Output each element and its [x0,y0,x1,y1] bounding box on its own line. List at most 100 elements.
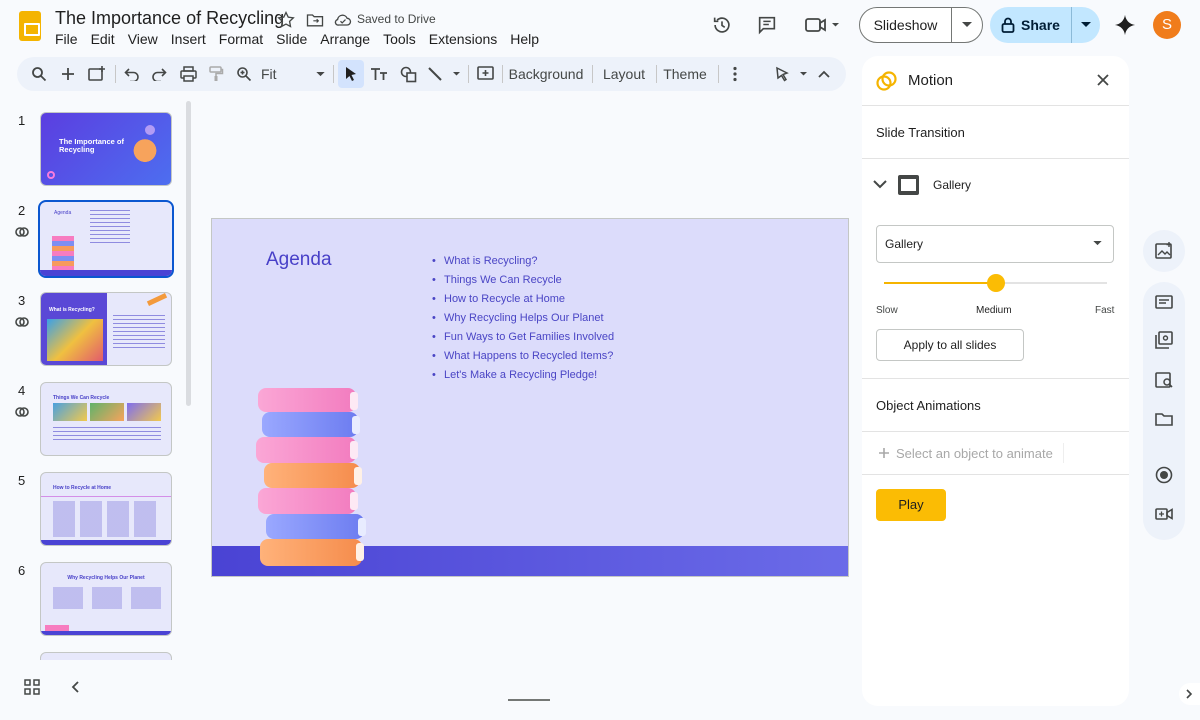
slide-number: 4 [18,383,26,398]
meet-video-icon[interactable] [804,14,840,36]
menu-file[interactable]: File [55,31,84,47]
slide-thumbnail-4[interactable]: Things We Can Recycle [40,382,172,456]
transition-type-select[interactable]: Gallery [876,225,1114,263]
account-avatar[interactable]: S [1153,11,1181,39]
video-sidebar-icon[interactable] [1154,504,1174,524]
print-icon[interactable] [176,57,200,91]
shape-icon[interactable] [396,57,420,91]
insert-comment-icon[interactable] [473,57,497,91]
select-cursor-icon[interactable] [338,60,364,88]
slide-library-sidebar-icon[interactable] [1154,330,1174,350]
record-sidebar-icon[interactable] [1154,465,1174,485]
editing-mode-icon[interactable] [772,57,810,91]
image-search-sidebar-icon[interactable] [1154,370,1174,390]
menu-format[interactable]: Format [219,31,269,47]
thumb-photo [127,403,161,421]
folder-sidebar-icon[interactable] [1154,409,1174,429]
search-menus-icon[interactable] [27,57,51,91]
gemini-sparkle-icon[interactable] [1114,14,1136,36]
transition-link-icon [14,224,30,240]
cloud-saved-icon[interactable] [333,10,353,30]
thumb-band [40,270,172,276]
thumb-band [41,540,171,545]
grid-view-icon[interactable] [24,679,40,695]
agenda-item: What Happens to Recycled Items? [432,347,622,366]
share-button[interactable]: Share [990,7,1100,43]
menu-extensions[interactable]: Extensions [429,31,503,47]
zoom-select[interactable]: Fit [261,57,331,91]
layout-button[interactable]: Layout [597,57,651,91]
speed-medium-label: Medium [976,305,1012,316]
expand-transition-icon[interactable] [873,179,887,189]
insert-image-sidebar-icon[interactable] [1154,241,1174,261]
slide-thumbnail-3[interactable]: What is Recycling? [40,292,172,366]
version-history-icon[interactable] [711,14,733,36]
slideshow-button[interactable]: Slideshow [859,7,983,43]
text-box-icon[interactable] [367,57,391,91]
redo-icon[interactable] [147,57,171,91]
thumb-title: How to Recycle at Home [53,485,112,491]
books-stack-image[interactable] [252,384,372,569]
transition-name: Gallery [933,178,972,192]
collapse-toolbar-icon[interactable] [813,57,835,91]
line-tool-icon[interactable] [425,57,463,91]
thumb-bullets [90,210,130,244]
background-button[interactable]: Background [507,57,585,91]
document-title[interactable]: The Importance of Recycling [55,8,284,29]
play-button[interactable]: Play [876,489,946,521]
slide-number: 6 [18,563,26,578]
slide-canvas[interactable]: Agenda What is Recycling? Things We Can … [211,218,849,577]
speed-slider-track[interactable] [884,274,1107,292]
gallery-transition-icon [898,175,919,195]
slideshow-dropdown-icon[interactable] [952,22,982,28]
menu-view[interactable]: View [128,31,164,47]
menu-arrange[interactable]: Arrange [320,31,376,47]
show-side-panel-button[interactable] [1179,683,1200,705]
slide-heading[interactable]: Agenda [266,249,332,271]
agenda-item: How to Recycle at Home [432,290,622,309]
new-slide-layout-icon[interactable] [85,57,109,91]
slide-thumbnail-1[interactable]: The Importance of Recycling [40,112,172,186]
undo-icon[interactable] [120,57,144,91]
agenda-list[interactable]: What is Recycling? Things We Can Recycle… [432,252,622,385]
slides-logo-icon[interactable] [19,11,41,41]
speed-slider-thumb[interactable] [987,274,1005,292]
close-panel-icon[interactable] [1096,73,1110,87]
add-animation-button[interactable]: Select an object to animate [878,443,1064,463]
speed-fast-label: Fast [1095,305,1115,316]
motion-panel: Motion Slide Transition Gallery Gallery … [862,56,1129,706]
thumb-photo [90,403,124,421]
share-label: Share [1021,17,1060,33]
more-options-icon[interactable] [724,57,746,91]
move-folder-icon[interactable] [305,10,325,30]
zoom-icon[interactable] [232,57,256,91]
thumb-title: Why Recycling Helps Our Planet [67,575,145,581]
slide-thumbnail-2[interactable]: Agenda [38,200,174,278]
menu-slide[interactable]: Slide [276,31,313,47]
slide-thumbnail-5[interactable]: How to Recycle at Home [40,472,172,546]
slideshow-label[interactable]: Slideshow [860,8,952,42]
menu-edit[interactable]: Edit [91,31,121,47]
apply-to-all-slides-button[interactable]: Apply to all slides [876,329,1024,361]
filmstrip-scrollbar[interactable] [186,101,191,406]
theme-button[interactable]: Theme [660,57,710,91]
share-dropdown-icon[interactable] [1072,22,1100,28]
star-icon[interactable] [276,10,296,30]
transition-type-value: Gallery [885,237,924,251]
slide-thumbnail-7[interactable] [40,652,172,660]
new-slide-plus-icon[interactable] [56,57,80,91]
paint-format-icon[interactable] [204,57,228,91]
speaker-notes-handle[interactable] [508,699,550,701]
agenda-item: Fun Ways to Get Families Involved [432,328,622,347]
thumb-title: The Importance of Recycling [59,137,125,154]
motion-icon [876,70,898,92]
slide-thumbnail-6[interactable]: Why Recycling Helps Our Planet [40,562,172,636]
lock-icon [1001,17,1015,33]
menu-insert[interactable]: Insert [171,31,212,47]
speaker-notes-sidebar-icon[interactable] [1154,292,1174,312]
menu-help[interactable]: Help [510,31,545,47]
comments-icon[interactable] [756,14,778,36]
share-main[interactable]: Share [990,7,1072,43]
collapse-filmstrip-icon[interactable] [70,681,80,693]
menu-tools[interactable]: Tools [383,31,422,47]
